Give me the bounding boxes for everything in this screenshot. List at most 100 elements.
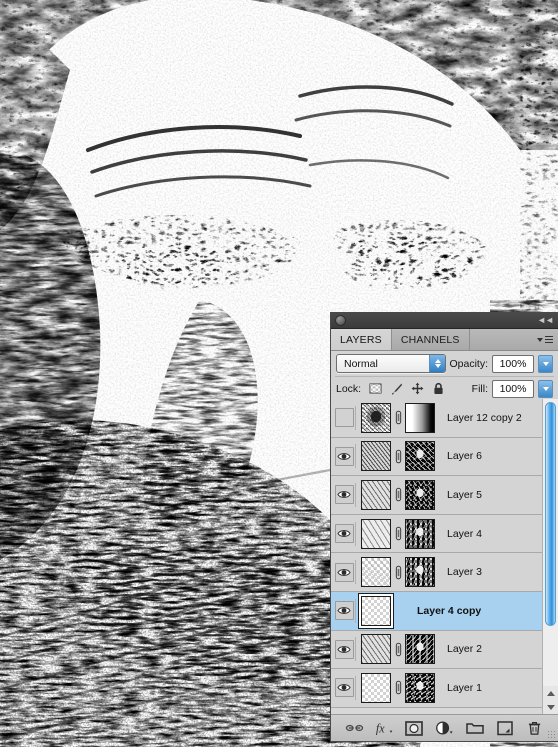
layer-mask-thumbnail[interactable] — [405, 479, 435, 510]
layer-name-label: Layer 4 — [447, 527, 483, 540]
lock-fill-row: Lock: Fill: 100% — [331, 377, 558, 401]
panel-menu-bars-icon — [545, 334, 553, 345]
new-layer-icon[interactable] — [495, 720, 514, 737]
layers-vertical-scrollbar[interactable] — [542, 399, 558, 714]
layer-mask-thumbnail[interactable] — [405, 634, 435, 665]
eye-icon[interactable] — [334, 678, 354, 698]
lock-transparent-pixels-icon[interactable] — [369, 382, 382, 395]
layer-visibility-toggle[interactable] — [333, 560, 356, 585]
layer-mask-thumbnail[interactable] — [405, 672, 435, 703]
layer-thumbnail[interactable] — [361, 557, 391, 588]
layer-row[interactable]: Layer 4 — [331, 514, 558, 554]
opacity-label: Opacity: — [449, 357, 488, 370]
layers-panel-footer: fx — [331, 714, 558, 741]
lock-position-icon[interactable] — [411, 382, 424, 395]
layer-row[interactable]: Layer 4 copy — [331, 591, 558, 631]
delete-layer-icon[interactable] — [525, 720, 544, 737]
layer-thumbnail[interactable] — [361, 672, 391, 703]
layer-thumbnail[interactable] — [361, 518, 391, 549]
eye-icon[interactable] — [334, 601, 354, 621]
blend-mode-stepper-icon[interactable] — [429, 355, 445, 372]
layer-thumbnail[interactable] — [361, 634, 391, 665]
layer-row[interactable]: Layer 5 — [331, 476, 558, 515]
tab-channels-label: CHANNELS — [400, 333, 460, 346]
layer-name-label: Layer 12 copy 2 — [447, 411, 522, 424]
layer-visibility-toggle[interactable] — [333, 444, 356, 469]
layer-name-label: Layer 4 copy — [417, 604, 482, 617]
layer-mask-thumbnail[interactable] — [405, 441, 435, 472]
blend-mode-value: Normal — [344, 357, 378, 370]
eye-icon[interactable] — [334, 524, 354, 544]
opacity-dropdown-icon[interactable] — [538, 354, 553, 373]
lock-all-icon[interactable] — [432, 382, 445, 395]
scrollbar-arrows[interactable] — [543, 686, 558, 714]
layer-visibility-toggle[interactable] — [333, 482, 356, 507]
layer-mask-link-icon[interactable] — [391, 526, 405, 541]
tab-layers[interactable]: LAYERS — [331, 329, 392, 350]
layer-thumbnail[interactable] — [361, 441, 391, 472]
layer-row[interactable]: Layer 3 — [331, 553, 558, 592]
layer-mask-link-icon[interactable] — [391, 449, 405, 464]
layer-visibility-toggle[interactable] — [333, 405, 356, 430]
panel-resize-grip[interactable] — [547, 730, 556, 739]
layer-mask-link-icon[interactable] — [391, 410, 405, 425]
layer-row[interactable]: Layer 6 — [331, 437, 558, 477]
fill-input[interactable]: 100% — [492, 379, 534, 398]
layer-visibility-toggle[interactable] — [333, 675, 356, 700]
layers-panel: ◄◄ LAYERS CHANNELS Normal Opacity: 100% — [331, 313, 558, 741]
layer-row[interactable]: Layer 1 — [331, 669, 558, 708]
opacity-input[interactable]: 100% — [492, 354, 534, 373]
tab-channels[interactable]: CHANNELS — [392, 329, 470, 350]
panel-tabstrip: LAYERS CHANNELS — [331, 329, 558, 351]
layer-mask-thumbnail[interactable] — [405, 518, 435, 549]
collapse-double-chevron-icon[interactable]: ◄◄ — [537, 315, 554, 326]
new-group-icon[interactable] — [465, 720, 484, 737]
fill-label: Fill: — [471, 382, 488, 395]
opacity-control: Opacity: 100% — [449, 354, 553, 373]
layer-mask-link-icon[interactable] — [391, 487, 405, 502]
lock-image-pixels-icon[interactable] — [390, 382, 403, 395]
panel-icon-dot[interactable] — [335, 315, 346, 326]
layer-mask-thumbnail[interactable] — [405, 557, 435, 588]
panel-menu-icon[interactable] — [537, 334, 553, 345]
panel-titlebar: ◄◄ — [331, 313, 558, 329]
layer-name-label: Layer 3 — [447, 566, 483, 579]
eye-hidden-icon[interactable] — [334, 408, 354, 428]
fill-dropdown-icon[interactable] — [538, 379, 553, 398]
layer-mask-link-icon[interactable] — [391, 642, 405, 657]
layer-visibility-toggle[interactable] — [333, 637, 356, 662]
add-layer-mask-icon[interactable] — [405, 720, 424, 737]
fill-control: Fill: 100% — [471, 379, 553, 398]
layer-name-label: Layer 2 — [447, 643, 483, 656]
layer-row[interactable]: Layer 2 — [331, 630, 558, 670]
blend-mode-select[interactable]: Normal — [336, 354, 446, 373]
layer-mask-link-icon[interactable] — [391, 680, 405, 695]
eye-icon[interactable] — [334, 485, 354, 505]
adjustment-layer-icon[interactable] — [435, 720, 454, 737]
lock-label: Lock: — [336, 382, 362, 395]
layer-thumbnail[interactable] — [361, 479, 391, 510]
link-layers-icon[interactable] — [345, 720, 364, 737]
layer-mask-link-icon[interactable] — [391, 565, 405, 580]
svg-text:fx: fx — [376, 721, 385, 735]
layer-style-fx-icon[interactable]: fx — [375, 720, 394, 737]
layers-list[interactable]: Layer 12 copy 2 Layer 6 Layer 5 Layer 4 Laye… — [331, 399, 558, 714]
tab-layers-label: LAYERS — [340, 333, 382, 346]
blend-opacity-row: Normal Opacity: 100% — [331, 351, 558, 376]
lock-buttons — [369, 382, 445, 395]
panel-menu-triangle-icon — [537, 337, 543, 342]
eye-icon[interactable] — [334, 446, 354, 466]
layer-row[interactable]: Layer 12 copy 2 — [331, 399, 558, 438]
eye-icon[interactable] — [334, 639, 354, 659]
layer-name-label: Layer 6 — [447, 450, 483, 463]
layer-visibility-toggle[interactable] — [333, 598, 356, 623]
layer-name-label: Layer 1 — [447, 681, 483, 694]
layer-mask-thumbnail[interactable] — [405, 402, 435, 433]
layer-thumbnail[interactable] — [361, 402, 391, 433]
layer-visibility-toggle[interactable] — [333, 521, 356, 546]
layer-thumbnail[interactable] — [361, 595, 391, 626]
scroll-down-arrow-icon[interactable] — [546, 704, 555, 710]
eye-icon[interactable] — [334, 562, 354, 582]
scroll-up-arrow-icon[interactable] — [546, 690, 555, 696]
scrollbar-thumb[interactable] — [545, 402, 556, 626]
